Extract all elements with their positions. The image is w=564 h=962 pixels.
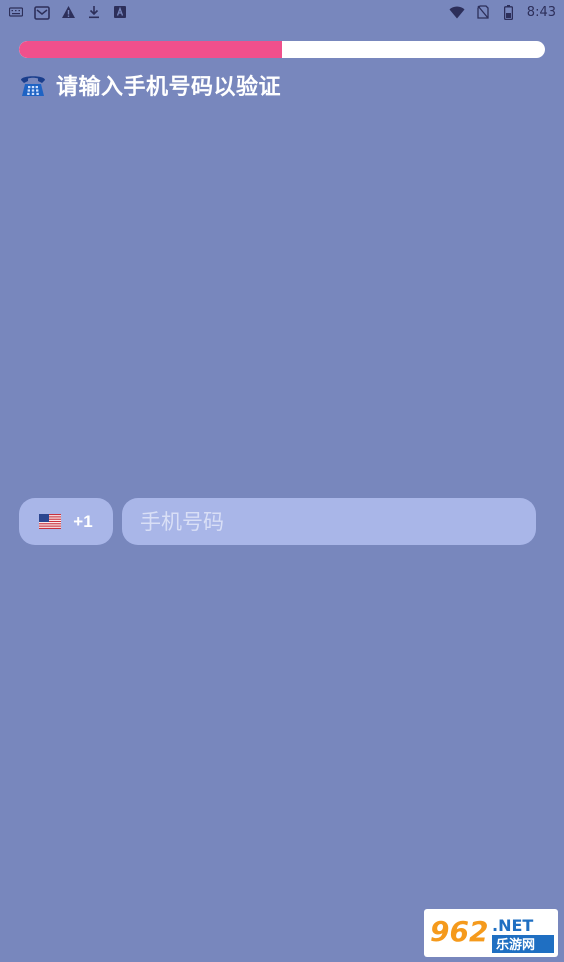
page-title: 请输入手机号码以验证 <box>56 74 282 99</box>
progress-bar <box>19 41 545 58</box>
translate-icon <box>112 4 128 20</box>
telephone-icon <box>18 70 48 100</box>
status-bar: 8:43 <box>0 0 564 24</box>
watermark-logo: 962 .NET 乐游网 <box>424 909 558 957</box>
status-notifications <box>8 4 128 20</box>
mail-icon <box>34 4 50 20</box>
svg-text:.NET: .NET <box>492 916 533 935</box>
status-system: 8:43 <box>449 4 556 20</box>
warning-icon <box>60 4 76 20</box>
download-icon <box>86 4 102 20</box>
svg-text:乐游网: 乐游网 <box>496 937 535 953</box>
svg-text:962: 962 <box>430 915 488 948</box>
us-flag-icon <box>39 514 62 529</box>
phone-number-input[interactable] <box>122 498 536 545</box>
progress-fill <box>19 41 282 58</box>
status-time: 8:43 <box>526 4 556 20</box>
keyboard-icon <box>8 4 24 20</box>
no-sim-icon <box>475 4 491 20</box>
battery-icon <box>501 4 517 20</box>
wifi-icon <box>449 4 465 20</box>
page-header: 请输入手机号码以验证 <box>18 70 281 100</box>
country-code-label: +1 <box>73 511 93 531</box>
country-code-selector[interactable]: +1 <box>19 498 113 545</box>
